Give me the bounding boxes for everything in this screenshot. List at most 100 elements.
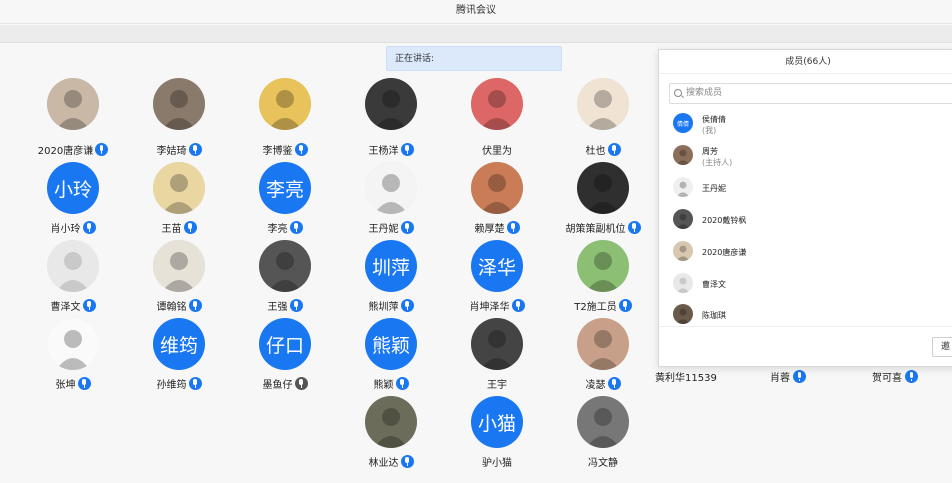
invite-button[interactable]: 邀: [932, 337, 952, 357]
participant-name-line: 林业达: [338, 453, 444, 469]
mic-icon: [289, 220, 303, 234]
mic-icon: [607, 142, 621, 156]
participant-name-line[interactable]: 黄利华11539: [655, 369, 717, 384]
participant-name-line[interactable]: 贺可喜: [872, 369, 918, 384]
member-name: 周芳: [702, 147, 718, 156]
avatar-initials: 维筠: [159, 334, 198, 357]
mic-icon: [294, 142, 308, 156]
participant-tile[interactable]: 小玲 肖小玲: [20, 162, 126, 240]
participant-tile[interactable]: 熊颖 熊颖: [338, 318, 444, 396]
participant-tile[interactable]: 仔口 墨鱼仔: [232, 318, 338, 396]
member-row[interactable]: 王丹妮: [671, 174, 951, 202]
participant-tile[interactable]: T2施工员: [550, 240, 656, 318]
participant-name-line: 王宇: [444, 375, 550, 391]
member-row[interactable]: 2020戴铃枫: [671, 206, 951, 234]
participant-tile[interactable]: 王杨洋: [338, 78, 444, 162]
members-panel-title: 成员(66人): [659, 50, 952, 74]
participant-tile[interactable]: 李博鉴: [232, 78, 338, 162]
participant-tile[interactable]: 李亮 李亮: [232, 162, 338, 240]
participant-avatar: [471, 318, 523, 370]
mic-icon: [183, 220, 197, 234]
participant-avatar: [259, 78, 311, 130]
participant-avatar: [47, 78, 99, 130]
participant-avatar: [471, 162, 523, 214]
participant-name: 张坤: [55, 379, 76, 391]
participant-name: 李亮: [267, 223, 288, 235]
participant-name-line: 墨鱼仔: [232, 375, 338, 391]
participant-name-line: 肖坤泽华: [444, 297, 550, 313]
participant-tile[interactable]: 维筠 孙维筠: [126, 318, 232, 396]
participant-avatar: [47, 318, 99, 370]
participant-avatar: 维筠: [153, 318, 205, 370]
participant-tile[interactable]: 王宇: [444, 318, 550, 396]
member-name: 王丹妮: [702, 184, 726, 193]
member-row[interactable]: 陈珈琪: [671, 301, 951, 329]
participant-name-line: 胡策策副机位: [550, 219, 656, 235]
participant-name: 贺可喜: [872, 373, 902, 384]
member-avatar: 倩倩: [673, 113, 693, 133]
participant-tile[interactable]: 王苗: [126, 162, 232, 240]
participant-tile[interactable]: 王丹妮: [338, 162, 444, 240]
mic-muted-icon: [294, 376, 308, 390]
participant-name: 熊圳萍: [368, 301, 399, 313]
participant-name-line: 肖小玲: [20, 219, 126, 235]
avatar-initials: 熊颖: [371, 334, 410, 357]
participant-name-line: 2020唐彦谦: [20, 141, 126, 157]
participant-tile[interactable]: 冯文静: [550, 396, 656, 474]
participant-tile[interactable]: 泽华 肖坤泽华: [444, 240, 550, 318]
panel-divider: [659, 326, 952, 327]
participant-name: 肖坤泽华: [469, 301, 510, 313]
participant-tile[interactable]: 林业达: [338, 396, 444, 474]
participant-name-line: 王杨洋: [338, 141, 444, 157]
participant-tile[interactable]: 小猫 驴小猫: [444, 396, 550, 474]
participant-name-line: 伏里为: [444, 141, 550, 157]
participant-tile[interactable]: 张坤: [20, 318, 126, 396]
member-row[interactable]: 曹泽文: [671, 270, 951, 298]
participant-avatar: [365, 78, 417, 130]
avatar-initials: 倩倩: [676, 120, 689, 128]
participant-tile[interactable]: 赖厚楚: [444, 162, 550, 240]
participant-name-line: 李亮: [232, 219, 338, 235]
member-row[interactable]: 周芳 (主持人): [671, 142, 951, 170]
participant-name: 李姞琦: [156, 145, 187, 157]
participant-tile[interactable]: 李姞琦: [126, 78, 232, 162]
participant-name: 王苗: [161, 223, 182, 235]
participant-avatar: [577, 396, 629, 448]
participant-tile[interactable]: 圳萍 熊圳萍: [338, 240, 444, 318]
member-search-input[interactable]: 搜索成员: [669, 83, 952, 104]
member-row[interactable]: 2020唐彦谦: [671, 238, 951, 266]
participant-name: 谭翰铭: [156, 301, 187, 313]
member-role: (我): [702, 126, 717, 135]
mic-icon: [618, 298, 632, 312]
participant-tile[interactable]: 谭翰铭: [126, 240, 232, 318]
mic-icon: [400, 142, 414, 156]
participant-tile[interactable]: 胡策策副机位: [550, 162, 656, 240]
participant-avatar: [577, 318, 629, 370]
participant-name: 肖小玲: [50, 223, 81, 235]
participant-tile[interactable]: 伏里为: [444, 78, 550, 162]
participant-name: 墨鱼仔: [262, 379, 293, 391]
participant-name-line[interactable]: 肖蓉: [770, 369, 806, 384]
participant-tile[interactable]: 曹泽文: [20, 240, 126, 318]
member-search-placeholder: 搜索成员: [686, 88, 723, 98]
participant-name: 林业达: [368, 457, 399, 469]
participant-avatar: [577, 240, 629, 292]
member-avatar: [673, 145, 693, 165]
participant-avatar: [471, 78, 523, 130]
mic-icon: [511, 298, 525, 312]
avatar-initials: 仔口: [265, 334, 304, 357]
participant-tile[interactable]: 凌瑟: [550, 318, 656, 396]
mic-icon: [400, 220, 414, 234]
participant-tile[interactable]: 王强: [232, 240, 338, 318]
member-row[interactable]: 倩倩 侯倩倩 (我): [671, 110, 951, 138]
participant-avatar: 圳萍: [365, 240, 417, 292]
member-avatar: [673, 209, 693, 229]
mic-icon: [627, 220, 641, 234]
participant-tile[interactable]: 2020唐彦谦: [20, 78, 126, 162]
participant-avatar: [47, 240, 99, 292]
participant-name: 王丹妮: [368, 223, 399, 235]
participant-name: 杜也: [585, 145, 606, 157]
participant-name-line: 王强: [232, 297, 338, 313]
participant-tile[interactable]: 杜也: [550, 78, 656, 162]
participant-name: 孙维筠: [156, 379, 187, 391]
